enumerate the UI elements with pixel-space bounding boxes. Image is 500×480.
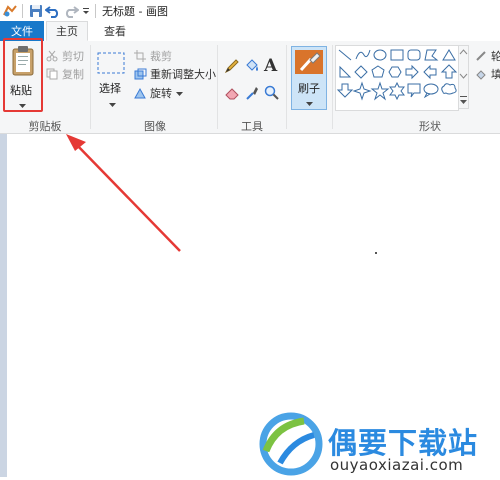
canvas-dot [375, 252, 377, 254]
title-bar: 无标题 - 画图 [0, 0, 500, 22]
crop-icon [133, 49, 147, 63]
shape-polygon-icon[interactable] [424, 49, 439, 61]
fill-bucket-icon[interactable] [244, 58, 260, 77]
select-label: 选择 [99, 82, 121, 95]
copy-icon [45, 67, 59, 81]
color-picker-icon[interactable] [245, 85, 259, 104]
group-divider [332, 45, 333, 129]
select-button[interactable]: 选择 [95, 46, 129, 112]
shape-pentagon-icon[interactable] [371, 65, 385, 78]
rotate-button[interactable]: 旋转 [133, 85, 183, 101]
magnifier-icon[interactable] [264, 85, 279, 103]
select-dropdown-icon[interactable] [109, 98, 116, 111]
redo-icon[interactable] [63, 2, 79, 20]
shape-oval-callout-icon[interactable] [423, 83, 439, 99]
shape-curve-icon[interactable] [355, 49, 371, 60]
window-title: 无标题 - 画图 [102, 4, 168, 18]
tab-home[interactable]: 主页 [46, 21, 88, 41]
shape-left-arrow-icon[interactable] [423, 64, 437, 80]
brushes-label: 刷子 [298, 82, 320, 95]
shapes-gallery[interactable] [335, 45, 459, 111]
ribbon-tabs: 文件 主页 查看 [0, 21, 500, 42]
shape-oval-icon[interactable] [373, 49, 387, 61]
resize-button[interactable]: 重新调整大小 [133, 66, 216, 82]
copy-button[interactable]: 复制 [45, 66, 84, 82]
fill-button[interactable]: 填 [474, 66, 500, 82]
outline-icon [474, 49, 488, 63]
tab-view[interactable]: 查看 [94, 21, 136, 41]
watermark-url: ouyaoxiazai.com [330, 456, 464, 474]
shape-triangle-icon[interactable] [442, 49, 456, 61]
scissors-icon [45, 49, 59, 63]
group-divider [90, 45, 91, 129]
shape-six-point-star-icon[interactable] [389, 81, 405, 101]
title-divider-2 [95, 3, 96, 18]
watermark-logo [256, 411, 326, 480]
copy-label: 复制 [62, 68, 84, 81]
brushes-dropdown-icon[interactable] [306, 97, 313, 110]
brush-icon [295, 50, 323, 77]
group-divider [286, 45, 287, 129]
rotate-label: 旋转 [150, 87, 172, 100]
paste-highlight-box [3, 38, 43, 112]
clipboard-group-label: 剪贴板 [28, 120, 62, 133]
shape-rectangle-icon[interactable] [390, 49, 404, 61]
title-divider [22, 3, 23, 18]
shape-four-point-star-icon[interactable] [352, 81, 372, 101]
shape-up-arrow-icon[interactable] [440, 64, 458, 79]
shape-rect-callout-icon[interactable] [407, 83, 421, 98]
shape-hexagon-icon[interactable] [388, 66, 402, 78]
shape-fill-icon [474, 67, 488, 81]
shape-five-point-star-icon[interactable] [370, 81, 390, 101]
shape-right-arrow-icon[interactable] [405, 64, 419, 80]
shape-down-arrow-icon[interactable] [336, 83, 354, 98]
save-icon[interactable] [29, 2, 43, 20]
text-tool-icon[interactable]: A [264, 56, 277, 76]
rotate-dropdown-icon[interactable] [176, 87, 183, 100]
canvas-edge [0, 134, 7, 477]
image-group-label: 图像 [144, 120, 166, 133]
cut-label: 剪切 [62, 50, 84, 63]
tools-group-label: 工具 [241, 120, 263, 133]
pencil-icon[interactable] [224, 58, 240, 77]
shape-cloud-callout-icon[interactable] [441, 83, 457, 95]
undo-icon[interactable] [45, 2, 61, 20]
shape-rounded-rectangle-icon[interactable] [407, 49, 421, 61]
customize-toolbar-chevron-icon[interactable] [81, 2, 91, 20]
shapes-group-label: 形状 [419, 120, 441, 133]
crop-label: 裁剪 [150, 50, 172, 63]
rotate-icon [133, 86, 147, 100]
shape-diamond-icon[interactable] [354, 65, 368, 79]
eraser-icon[interactable] [224, 86, 240, 103]
ribbon: 粘贴 剪切 复制 剪贴板 选择 裁剪 重新调整大小 旋转 图像 A 工具 刷子 … [0, 41, 500, 134]
crop-button[interactable]: 裁剪 [133, 48, 172, 64]
outline-label: 轮 [491, 50, 500, 63]
fill-label: 填 [491, 68, 500, 81]
shapes-gallery-scroll[interactable] [458, 45, 469, 109]
shape-line-icon[interactable] [338, 49, 352, 61]
brushes-button[interactable]: 刷子 [291, 46, 327, 110]
shape-right-triangle-icon[interactable] [339, 65, 352, 78]
resize-icon [133, 67, 147, 81]
outline-button[interactable]: 轮 [474, 48, 500, 64]
paint-app-icon[interactable] [2, 2, 18, 20]
select-rectangle-icon [97, 52, 125, 77]
cut-button[interactable]: 剪切 [45, 48, 84, 64]
group-divider [217, 45, 218, 129]
resize-label: 重新调整大小 [150, 68, 216, 81]
